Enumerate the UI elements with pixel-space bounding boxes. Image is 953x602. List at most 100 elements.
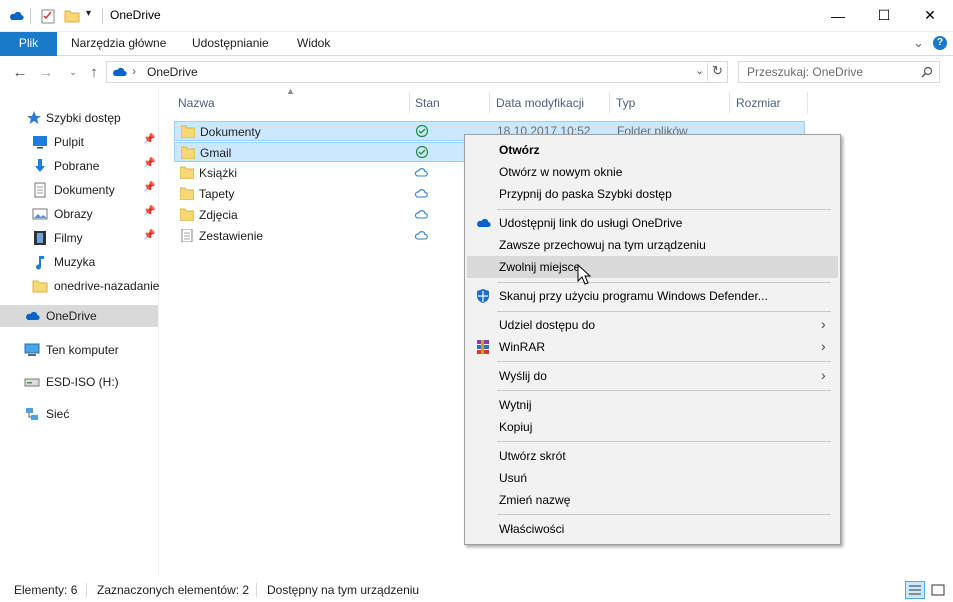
selected-count: Zaznaczonych elementów: 2 <box>97 583 250 597</box>
sidebar-item-videos[interactable]: Filmy 📌 <box>0 227 158 249</box>
search-field[interactable]: Przeszukaj: OneDrive <box>738 61 940 83</box>
folder-icon <box>180 187 194 200</box>
onedrive-icon <box>10 11 24 21</box>
column-header-type[interactable]: Typ <box>616 96 635 110</box>
properties-icon[interactable] <box>40 8 56 24</box>
sidebar-item-onedrive-nazadanie[interactable]: onedrive-nazadanie <box>0 275 159 297</box>
film-icon <box>34 231 46 245</box>
download-icon <box>35 159 45 172</box>
recent-locations-icon[interactable]: ⌄ <box>63 62 83 82</box>
minimize-button[interactable]: — <box>815 0 861 31</box>
menu-item-open[interactable]: Otwórz <box>467 139 838 161</box>
sidebar-item-desktop[interactable]: Pulpit 📌 <box>0 131 158 153</box>
item-count: Elementy: 6 <box>14 583 78 597</box>
sidebar-item-music[interactable]: Muzyka <box>0 251 158 273</box>
sidebar-item-this-pc[interactable]: Ten komputer <box>0 339 158 361</box>
folder-icon <box>181 146 195 159</box>
expand-ribbon-icon[interactable]: ⌄ <box>913 35 924 51</box>
sidebar-item-esd-iso[interactable]: ESD-ISO (H:) <box>0 371 158 393</box>
cloud-icon <box>414 210 428 219</box>
music-icon <box>36 256 44 270</box>
folder-icon <box>181 125 195 138</box>
sidebar-item-network[interactable]: Sieć <box>0 403 158 425</box>
winrar-icon <box>477 340 489 354</box>
folder-icon <box>32 280 48 293</box>
tab-share[interactable]: Udostępnianie <box>180 32 281 56</box>
ribbon-tabs: Plik Narzędzia główne Udostępnianie Wido… <box>0 32 953 56</box>
sort-ascending-icon: ▲ <box>286 86 295 96</box>
title-bar: ▾ OneDrive — ☐ ✕ <box>0 0 953 32</box>
available-icon <box>415 124 429 138</box>
drive-icon <box>24 378 40 387</box>
tab-file[interactable]: Plik <box>0 32 57 56</box>
menu-item-copy[interactable]: Kopiuj <box>467 416 838 438</box>
network-icon <box>26 408 38 420</box>
search-input[interactable]: Przeszukaj: OneDrive <box>747 65 863 79</box>
cloud-icon <box>414 168 428 177</box>
cloud-icon <box>414 189 428 198</box>
breadcrumb-separator-icon[interactable]: › <box>132 64 136 78</box>
pin-icon: 📌 <box>143 230 156 241</box>
sidebar-item-quick-access[interactable]: Szybki dostęp <box>0 107 158 129</box>
menu-item-winrar[interactable]: WinRAR › <box>467 336 838 358</box>
star-icon <box>27 111 41 124</box>
chevron-right-icon: › <box>821 367 826 383</box>
column-header-size[interactable]: Rozmiar <box>736 96 781 110</box>
menu-item-cut[interactable]: Wytnij <box>467 394 838 416</box>
breadcrumb[interactable]: OneDrive <box>147 65 198 79</box>
onedrive-icon <box>26 311 40 321</box>
forward-button[interactable]: → <box>36 62 56 82</box>
tab-view[interactable]: Widok <box>285 32 342 56</box>
help-icon[interactable]: ? <box>933 36 947 50</box>
navigation-pane: Szybki dostęp Pulpit 📌 Pobrane 📌 Dokumen… <box>0 89 159 577</box>
document-icon <box>34 182 46 198</box>
up-button[interactable]: ↑ <box>84 62 104 82</box>
menu-item-rename[interactable]: Zmień nazwę <box>467 489 838 511</box>
new-folder-icon[interactable] <box>64 8 80 24</box>
menu-item-open-new-window[interactable]: Otwórz w nowym oknie <box>467 161 838 183</box>
menu-item-create-shortcut[interactable]: Utwórz skrót <box>467 445 838 467</box>
menu-item-defender-scan[interactable]: Skanuj przy użyciu programu Windows Defe… <box>467 285 838 307</box>
available-icon <box>415 145 429 159</box>
menu-item-always-keep[interactable]: Zawsze przechowuj na tym urządzeniu <box>467 234 838 256</box>
pin-icon: 📌 <box>143 182 156 193</box>
desktop-icon <box>33 136 47 149</box>
cloud-icon <box>414 231 428 240</box>
mouse-cursor-icon <box>577 264 591 285</box>
chevron-right-icon: › <box>821 316 826 332</box>
refresh-icon[interactable]: ↻ <box>712 63 723 79</box>
availability-status: Dostępny na tym urządzeniu <box>267 583 420 597</box>
search-icon[interactable] <box>921 66 933 78</box>
pin-icon: 📌 <box>143 134 156 145</box>
tab-home[interactable]: Narzędzia główne <box>59 32 178 56</box>
sidebar-item-documents[interactable]: Dokumenty 📌 <box>0 179 158 201</box>
menu-item-give-access[interactable]: Udziel dostępu do › <box>467 314 838 336</box>
column-header-status[interactable]: Stan <box>415 96 440 110</box>
menu-item-free-up-space[interactable]: Zwolnij miejsce <box>467 256 838 278</box>
status-bar: Elementy: 6 Zaznaczonych elementów: 2 Do… <box>0 577 953 602</box>
menu-item-share-onedrive-link[interactable]: Udostępnij link do usługi OneDrive <box>467 212 838 234</box>
sidebar-item-downloads[interactable]: Pobrane 📌 <box>0 155 158 177</box>
address-dropdown-icon[interactable]: ⌄ <box>695 64 704 77</box>
menu-item-send-to[interactable]: Wyślij do › <box>467 365 838 387</box>
menu-item-properties[interactable]: Właściwości <box>467 518 838 540</box>
column-header-name[interactable]: Nazwa <box>178 96 215 110</box>
pictures-icon <box>32 208 48 220</box>
context-menu: Otwórz Otwórz w nowym oknie Przypnij do … <box>464 134 841 545</box>
menu-item-pin-quick-access[interactable]: Przypnij do paska Szybki dostęp <box>467 183 838 205</box>
maximize-button[interactable]: ☐ <box>861 0 907 31</box>
sidebar-item-onedrive[interactable]: OneDrive <box>0 305 158 327</box>
column-header-date[interactable]: Data modyfikacji <box>496 96 584 110</box>
sidebar-item-pictures[interactable]: Obrazy 📌 <box>0 203 158 225</box>
close-button[interactable]: ✕ <box>907 0 953 31</box>
pin-icon: 📌 <box>143 158 156 169</box>
defender-icon <box>477 289 489 303</box>
onedrive-icon <box>113 67 127 77</box>
large-icons-view-icon[interactable] <box>929 581 947 599</box>
back-button[interactable]: ← <box>10 62 30 82</box>
menu-item-delete[interactable]: Usuń <box>467 467 838 489</box>
details-view-icon[interactable] <box>905 581 925 599</box>
quick-access-dropdown-icon[interactable]: ▾ <box>86 8 91 19</box>
address-bar[interactable]: › OneDrive ⌄ ↻ <box>106 61 728 83</box>
text-file-icon <box>181 229 193 242</box>
